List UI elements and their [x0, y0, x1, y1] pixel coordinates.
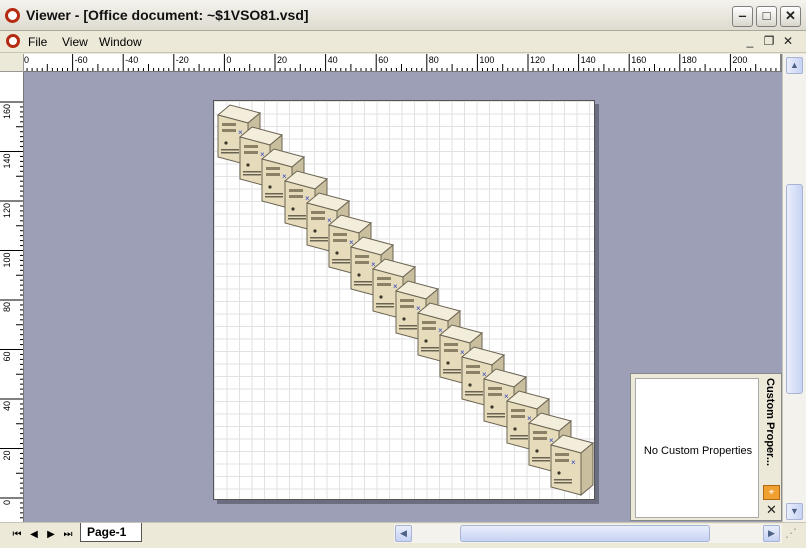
ruler-label: 20	[2, 451, 12, 461]
pin-icon[interactable]: ⌖	[763, 485, 780, 500]
ruler-label: 120	[2, 203, 12, 218]
mdi-minimize-button[interactable]: _	[742, 34, 758, 49]
scroll-down-arrow[interactable]: ▼	[786, 503, 803, 520]
menu-view[interactable]: View	[62, 35, 88, 49]
previous-page-button[interactable]: ◀	[26, 527, 42, 543]
svg-text:×: ×	[571, 458, 576, 467]
last-page-button[interactable]: ⏭	[60, 527, 76, 543]
ruler-label: 120	[530, 55, 545, 65]
horizontal-scrollbar[interactable]: ◀ ▶	[394, 524, 782, 543]
vertical-ruler-scale: 160 140 120 100 80 60 40 20 0	[0, 101, 23, 519]
ruler-label: 20	[277, 55, 287, 65]
ruler-label: 140	[581, 55, 596, 65]
bottom-bar: ⏮ ◀ ▶ ⏭ Page-1 ◀ ▶ ⋰	[0, 522, 806, 548]
menu-bar: File View Window _ ❐ ✕	[0, 31, 806, 53]
ruler-label: 160	[2, 104, 12, 119]
custom-properties-title: Custom Proper...	[764, 378, 776, 467]
ruler-label: 80	[429, 55, 439, 65]
first-page-button[interactable]: ⏮	[9, 527, 25, 543]
drawing-page[interactable]: × × × × × × × × × × × × × × × ×	[213, 100, 595, 500]
next-page-button[interactable]: ▶	[43, 527, 59, 543]
horizontal-ruler: 0-60-40-20020406080100120140160180200220	[24, 54, 782, 72]
ruler-label: 100	[2, 253, 12, 268]
no-properties-text: No Custom Properties	[643, 445, 753, 457]
horizontal-ruler-scale: 0-60-40-20020406080100120140160180200220	[24, 54, 782, 71]
ruler-label: 100	[479, 55, 494, 65]
vertical-scroll-thumb[interactable]	[786, 184, 803, 394]
vertical-scrollbar[interactable]: ▲ ▼	[782, 54, 806, 522]
ruler-label: 40	[2, 401, 12, 411]
ruler-label: -40	[125, 55, 138, 65]
ruler-label: 0	[2, 500, 12, 505]
custom-properties-panel: No Custom Properties Custom Proper... ⌖ …	[630, 373, 782, 521]
ruler-label: 60	[378, 55, 388, 65]
resize-grip-icon[interactable]: ⋰	[785, 526, 803, 544]
scroll-right-arrow[interactable]: ▶	[763, 525, 780, 542]
ruler-label: 160	[631, 55, 646, 65]
server-icon: ×	[549, 434, 595, 497]
ruler-label: 80	[2, 302, 12, 312]
server-shape[interactable]: ×	[549, 433, 595, 497]
document-icon[interactable]	[6, 34, 20, 48]
ruler-label: -20	[176, 55, 189, 65]
ruler-label: 140	[2, 154, 12, 169]
mdi-restore-button[interactable]: ❐	[761, 34, 777, 49]
ruler-label: 200	[732, 55, 747, 65]
page-tab[interactable]: Page-1	[80, 523, 142, 542]
ruler-label: 180	[682, 55, 697, 65]
custom-properties-tab[interactable]: Custom Proper...	[762, 374, 782, 484]
scroll-left-arrow[interactable]: ◀	[395, 525, 412, 542]
minimize-button[interactable]: ‒	[732, 6, 753, 27]
ruler-label: -60	[75, 55, 88, 65]
window-title: Viewer - [Office document: ~$1VSO81.vsd]	[26, 7, 309, 23]
vertical-ruler: 160 140 120 100 80 60 40 20 0	[0, 72, 24, 522]
ruler-corner	[0, 54, 24, 72]
ruler-label: 0	[226, 55, 231, 65]
custom-properties-body: No Custom Properties	[635, 378, 759, 518]
app-icon[interactable]	[5, 8, 20, 23]
menu-window[interactable]: Window	[99, 35, 142, 49]
mdi-close-button[interactable]: ✕	[780, 34, 796, 49]
horizontal-scroll-thumb[interactable]	[460, 525, 710, 542]
title-bar: Viewer - [Office document: ~$1VSO81.vsd]…	[0, 0, 806, 31]
maximize-button[interactable]: □	[756, 6, 777, 27]
panel-close-button[interactable]: ✕	[763, 502, 780, 518]
ruler-label: 60	[2, 352, 12, 362]
scroll-up-arrow[interactable]: ▲	[786, 57, 803, 74]
ruler-label: 0	[24, 55, 29, 65]
menu-file[interactable]: File	[28, 35, 47, 49]
close-button[interactable]: ✕	[780, 6, 801, 27]
ruler-label: 40	[328, 55, 338, 65]
